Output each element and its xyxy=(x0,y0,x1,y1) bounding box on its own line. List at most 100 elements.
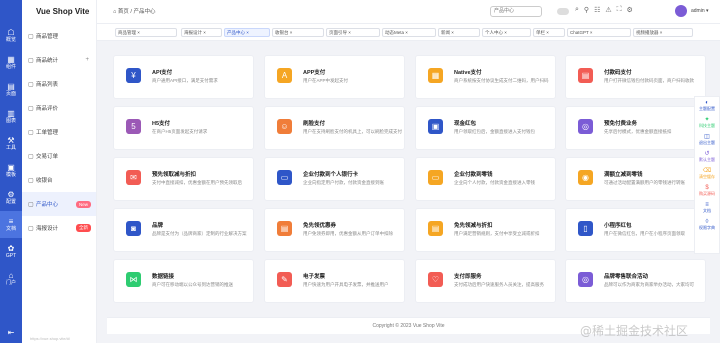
breadcrumb-current: 产品中心 xyxy=(133,9,156,15)
product-card[interactable]: ▦ Native支付 商户系统按支付协议生成支付二维码，用户扫码 xyxy=(415,55,556,99)
theme-toggle[interactable] xyxy=(557,8,569,15)
product-card[interactable]: ▤ 免先领优惠券 用户免领券即用，优惠金额从用户订单中扣除 xyxy=(264,208,405,252)
tab-item[interactable]: 页面引导 × xyxy=(326,28,380,37)
product-title: 电子发票 xyxy=(303,274,326,280)
settings-item[interactable]: ✦ 科技主题 xyxy=(695,114,719,131)
product-card[interactable]: ⋈ 数据链接 商户可在移动端以公众号到达营销的推送 xyxy=(113,259,254,303)
settings-item[interactable]: ◫ 退出主题 xyxy=(695,131,719,148)
menu-badge: New xyxy=(75,200,91,208)
tab-item[interactable]: 新闻 × xyxy=(438,28,480,37)
product-card[interactable]: ◙ 品牌 品牌是支付为（品牌商家）定制的行业解决方案 xyxy=(113,208,254,252)
product-card[interactable]: ▭ 企业付款到个人银行卡 企业向指定用户付款，付款资金直接到账 xyxy=(264,157,405,201)
tab-item[interactable]: 动态Meta × xyxy=(382,28,436,37)
product-desc: 先享后付模式，优惠金额直接抵扣 xyxy=(604,129,672,134)
product-card[interactable]: ¥ API支付 商户通用API接口，满足支付需求 xyxy=(113,55,254,99)
rail-icon: ⌂ xyxy=(8,270,14,280)
header-icon[interactable]: ⚙ xyxy=(627,6,633,14)
product-card[interactable]: ◉ 满额立减到零钱 可通过活动配置满额用户的零钱进行转账 xyxy=(565,157,706,201)
product-icon: ◎ xyxy=(578,119,593,134)
product-card[interactable]: A APP支付 用户在APP中发起支付 xyxy=(264,55,405,99)
sidebar-item[interactable]: ▢ 交易订单 xyxy=(22,144,96,168)
product-title: 支付即服务 xyxy=(454,274,482,280)
sidebar-item[interactable]: ▢ 海报设计 全新 xyxy=(22,216,96,240)
rail-item[interactable]: ▦ 组件 xyxy=(0,49,22,76)
header-icon[interactable]: ⚠ xyxy=(605,6,611,14)
username-dropdown[interactable]: admin ▾ xyxy=(691,8,709,14)
tab-item[interactable]: 收银台 × xyxy=(272,28,324,37)
product-title: 付款码支付 xyxy=(604,70,632,76)
product-card[interactable]: ▯ 小程序红包 用户在微信红包，用户在小程序页面领取 xyxy=(565,208,706,252)
menu-icon: ▢ xyxy=(28,153,34,160)
product-desc: 企业向指定用户付款，付款资金直接到账 xyxy=(303,180,384,185)
product-card[interactable]: ◎ 品牌零售联合活动 品牌可以作为商家为商家举办活动，大家均可 xyxy=(565,259,706,303)
header-icon[interactable]: ⚲ xyxy=(584,6,589,14)
rail-item[interactable]: ⚒ 工具 xyxy=(0,130,22,157)
tab-item[interactable]: 视频播放器 × xyxy=(633,28,693,37)
settings-item[interactable]: ◊ 权限字典 xyxy=(695,216,719,233)
rail-label: 工具 xyxy=(5,144,16,151)
product-title: 免先领减与折扣 xyxy=(454,223,493,229)
product-card[interactable]: ▭ 企业付款到零钱 企业向个人付款，付款资金直接进入零钱 xyxy=(415,157,556,201)
sidebar-item[interactable]: ▢ 产品中心 New xyxy=(22,192,96,216)
rail-item[interactable]: ✿ GPT xyxy=(0,238,22,265)
sidebar-item[interactable]: ▢ 商品评价 xyxy=(22,96,96,120)
breadcrumb-home[interactable]: 首页 xyxy=(118,9,129,15)
product-card[interactable]: ♡ 支付即服务 支付成功后用户快速服务人员关注，提高服务 xyxy=(415,259,556,303)
product-card[interactable]: ▤ 付款码支付 用户打开微信钱包付款码页面，商户扫码收款 xyxy=(565,55,706,99)
tab-item[interactable]: 单栏 × xyxy=(533,28,565,37)
sidebar-item[interactable]: ▢ 商品列表 xyxy=(22,72,96,96)
rail-label: 文档 xyxy=(5,225,16,232)
rail-label: 模板 xyxy=(5,171,16,178)
rail-item[interactable]: ☖ 概览 xyxy=(0,22,22,49)
tab-item[interactable]: 海报设计 × xyxy=(181,28,222,37)
product-icon: ☺ xyxy=(277,119,292,134)
rail-item[interactable]: ⚙ 配置 xyxy=(0,184,22,211)
rail-item[interactable]: ⌂ 门户 xyxy=(0,265,22,292)
sidebar-item[interactable]: ▢ 工单管理 xyxy=(22,120,96,144)
product-card[interactable]: ▣ 现金红包 用户领取红包后，金额直接进入支付钱包 xyxy=(415,106,556,150)
product-icon: ◎ xyxy=(578,272,593,287)
sidebar-item[interactable]: ▢ 收银台 xyxy=(22,168,96,192)
menu-icon: ▢ xyxy=(28,105,34,112)
rail-item[interactable]: ▥ 图表 xyxy=(0,103,22,130)
tab-item[interactable]: 商品管理 × xyxy=(115,28,177,37)
product-card[interactable]: 5 H5支付 在商户H5页面发起支付请求 xyxy=(113,106,254,150)
rail-label: 概览 xyxy=(5,36,16,43)
settings-item[interactable]: $ 购买源码 xyxy=(695,182,719,199)
tab-item[interactable]: 个人中心 × xyxy=(482,28,531,37)
sidebar-item[interactable]: ▢ 商品管理 xyxy=(22,24,96,48)
product-desc: 用户满足营销规则，支付中享受立减或折扣 xyxy=(454,231,540,236)
sidebar-item-label: 海报设计 xyxy=(36,226,59,232)
product-icon: ▣ xyxy=(428,119,443,134)
product-card[interactable]: ◎ 预免付费业务 先享后付模式，优惠金额直接抵扣 xyxy=(565,106,706,150)
collapse-icon[interactable]: ⇤ xyxy=(0,328,22,337)
sidebar-item[interactable]: ▢ 商品统计 + xyxy=(22,48,96,72)
header-icon[interactable]: ⛶ xyxy=(617,6,622,14)
product-title: 刷脸支付 xyxy=(303,121,326,127)
product-icon: ✎ xyxy=(277,272,292,287)
rail-item[interactable]: ▤ 页面 xyxy=(0,76,22,103)
product-card[interactable]: ✉ 预先领取减与折扣 支付中直接减扣，优惠金额在用户预先领取后 xyxy=(113,157,254,201)
expand-icon[interactable]: + xyxy=(85,57,89,63)
settings-item[interactable]: ◐ 主题配置 xyxy=(695,97,719,114)
header-icon[interactable]: ☷ xyxy=(594,6,600,14)
avatar[interactable] xyxy=(675,5,687,17)
product-card[interactable]: ▤ 免先领减与折扣 用户满足营销规则，支付中享受立减或折扣 xyxy=(415,208,556,252)
product-card[interactable]: ✎ 电子发票 用户快速为用户开具电子发票，并推送用户 xyxy=(264,259,405,303)
rail-icon: ☖ xyxy=(7,27,15,37)
settings-item[interactable]: ↺ 默认主题 xyxy=(695,148,719,165)
settings-item[interactable]: ⌫ 清空缓存 xyxy=(695,165,719,182)
tab-item[interactable]: ChatGPT × xyxy=(567,28,631,37)
product-title: 预先领取减与折扣 xyxy=(152,172,197,178)
tab-item[interactable]: 产品中心 × xyxy=(224,28,270,37)
rail-item[interactable]: ▣ 模板 xyxy=(0,157,22,184)
settings-label: 主题配置 xyxy=(699,105,715,111)
settings-label: 购买源码 xyxy=(699,190,715,196)
product-title: 满额立减到零钱 xyxy=(604,172,643,178)
search-input[interactable]: 产品中心 xyxy=(490,6,542,17)
header-icon[interactable]: ⌕ xyxy=(575,6,579,14)
product-desc: 企业向个人付款，付款资金直接进入零钱 xyxy=(454,180,535,185)
rail-item[interactable]: ≡ 文档 xyxy=(0,211,22,238)
settings-item[interactable]: ≡ 文档 xyxy=(695,199,719,216)
product-card[interactable]: ☺ 刷脸支付 用户在支持刷脸支付的机具上，可以刷脸完成支付 xyxy=(264,106,405,150)
